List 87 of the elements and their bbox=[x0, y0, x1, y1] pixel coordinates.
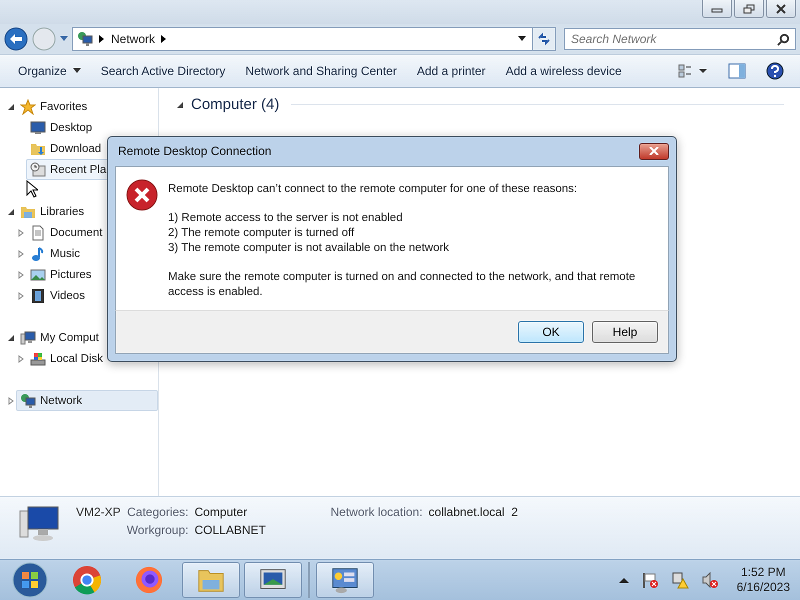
collapse-arrow-icon[interactable] bbox=[7, 102, 15, 110]
detail-label: Workgroup: bbox=[126, 523, 188, 537]
toolbar-button[interactable]: Add a printer bbox=[408, 60, 494, 82]
item-name: VM2-XP bbox=[76, 505, 121, 519]
minimize-button[interactable] bbox=[702, 0, 732, 18]
error-message: Remote Desktop can’t connect to the remote computer for one of these reasons: bbox=[168, 182, 578, 197]
search-icon[interactable] bbox=[777, 33, 790, 46]
show-hidden-icons-icon[interactable] bbox=[618, 576, 629, 584]
toolbar-button[interactable]: Search Active Directory bbox=[92, 60, 234, 82]
detail-value: collabnet.local 2 bbox=[428, 505, 518, 519]
pane-icon bbox=[728, 63, 746, 79]
music-note-icon bbox=[30, 246, 46, 262]
flag-warning-icon[interactable] bbox=[640, 571, 659, 589]
document-icon bbox=[30, 224, 46, 240]
help-icon bbox=[766, 62, 784, 80]
collapse-arrow-icon[interactable] bbox=[176, 100, 184, 108]
refresh-button[interactable] bbox=[532, 27, 556, 51]
taskbar-button[interactable] bbox=[244, 562, 302, 598]
address-field[interactable]: Network bbox=[72, 27, 533, 51]
detail-label: Categories: bbox=[126, 505, 188, 519]
history-dropdown-icon[interactable] bbox=[60, 36, 68, 42]
star-icon bbox=[20, 98, 36, 114]
advice-text: Make sure the remote computer is turned on and connected to the network, and that remote access is enabled. bbox=[168, 270, 636, 300]
expand-arrow-icon[interactable] bbox=[17, 250, 25, 258]
clock-date[interactable]: 6/16/2023 bbox=[736, 580, 790, 595]
sidebar-item[interactable]: Favorites bbox=[16, 96, 158, 117]
clock-time[interactable]: 1:52 PM bbox=[740, 565, 786, 580]
network-icon bbox=[20, 392, 36, 408]
breadcrumb-arrow-icon[interactable] bbox=[161, 35, 168, 43]
back-button[interactable] bbox=[4, 26, 30, 52]
error-icon bbox=[126, 178, 158, 211]
close-icon bbox=[649, 147, 659, 156]
group-header[interactable]: Computer (4) bbox=[191, 96, 280, 113]
sidebar-item[interactable]: Document bbox=[26, 222, 158, 243]
forward-circle-icon bbox=[32, 27, 56, 51]
start-orb-icon bbox=[12, 562, 48, 598]
speaker-muted-icon[interactable] bbox=[700, 571, 719, 589]
mouse-cursor-icon bbox=[26, 180, 38, 198]
reason-text: 3) The remote computer is not available on the network bbox=[168, 240, 450, 256]
taskbar-button[interactable] bbox=[316, 562, 374, 598]
toolbar-button[interactable]: Organize bbox=[10, 60, 89, 82]
breadcrumb-arrow-icon[interactable] bbox=[99, 35, 105, 43]
recent-places-icon bbox=[30, 162, 46, 178]
sidebar-item[interactable]: Libraries bbox=[16, 201, 158, 222]
dialog-button[interactable]: OK bbox=[518, 320, 584, 343]
expand-arrow-icon[interactable] bbox=[17, 228, 25, 236]
search-field[interactable]: Search Network bbox=[564, 28, 796, 50]
detail-label: Network location: bbox=[330, 505, 423, 519]
computer-icon bbox=[20, 330, 36, 346]
sidebar-item[interactable]: Pictures bbox=[26, 264, 158, 285]
close-icon bbox=[775, 4, 787, 14]
film-icon bbox=[30, 288, 46, 304]
sidebar-item[interactable]: Videos bbox=[26, 285, 158, 306]
close-button[interactable] bbox=[766, 0, 796, 18]
restore-button[interactable] bbox=[734, 0, 764, 18]
desktop-icon bbox=[30, 120, 46, 136]
dropdown-arrow-icon[interactable] bbox=[518, 36, 526, 42]
detail-value: COLLABNET bbox=[194, 523, 267, 537]
disk-drive-icon bbox=[30, 350, 46, 366]
dialog-title: Remote Desktop Connection bbox=[117, 144, 272, 158]
sidebar-item[interactable]: Local Disk bbox=[26, 348, 158, 369]
expand-arrow-icon[interactable] bbox=[17, 292, 25, 300]
network-icon bbox=[77, 31, 93, 47]
view-list-icon bbox=[678, 63, 708, 79]
toolbar-button[interactable]: Add a wireless device bbox=[498, 60, 630, 82]
dialog-button[interactable]: Help bbox=[592, 320, 658, 343]
network-warning-icon[interactable] bbox=[670, 571, 689, 589]
browser-icon bbox=[134, 565, 164, 595]
expand-arrow-icon[interactable] bbox=[17, 354, 25, 362]
browser-icon bbox=[72, 565, 102, 595]
picture-icon bbox=[30, 266, 46, 282]
sidebar-item[interactable]: Network bbox=[16, 390, 158, 411]
reason-text: 1) Remote access to the server is not enabled bbox=[168, 210, 404, 226]
sidebar-item[interactable]: My Comput bbox=[16, 327, 158, 348]
collapse-arrow-icon[interactable] bbox=[7, 208, 15, 216]
collapse-arrow-icon[interactable] bbox=[7, 334, 15, 342]
expand-arrow-icon[interactable] bbox=[7, 396, 15, 404]
sidebar-item[interactable]: Music bbox=[26, 243, 158, 264]
sidebar-item[interactable]: Desktop bbox=[26, 117, 158, 138]
reason-text: 2) The remote computer is turned off bbox=[168, 226, 356, 241]
expand-arrow-icon[interactable] bbox=[17, 270, 25, 278]
close-button[interactable] bbox=[639, 142, 669, 160]
refresh-arrows-icon bbox=[537, 32, 551, 46]
restore-icon bbox=[743, 4, 755, 14]
toolbar-button[interactable]: Network and Sharing Center bbox=[237, 60, 405, 82]
breadcrumb-item[interactable]: Network bbox=[111, 32, 156, 46]
detail-value: Computer bbox=[194, 505, 248, 519]
